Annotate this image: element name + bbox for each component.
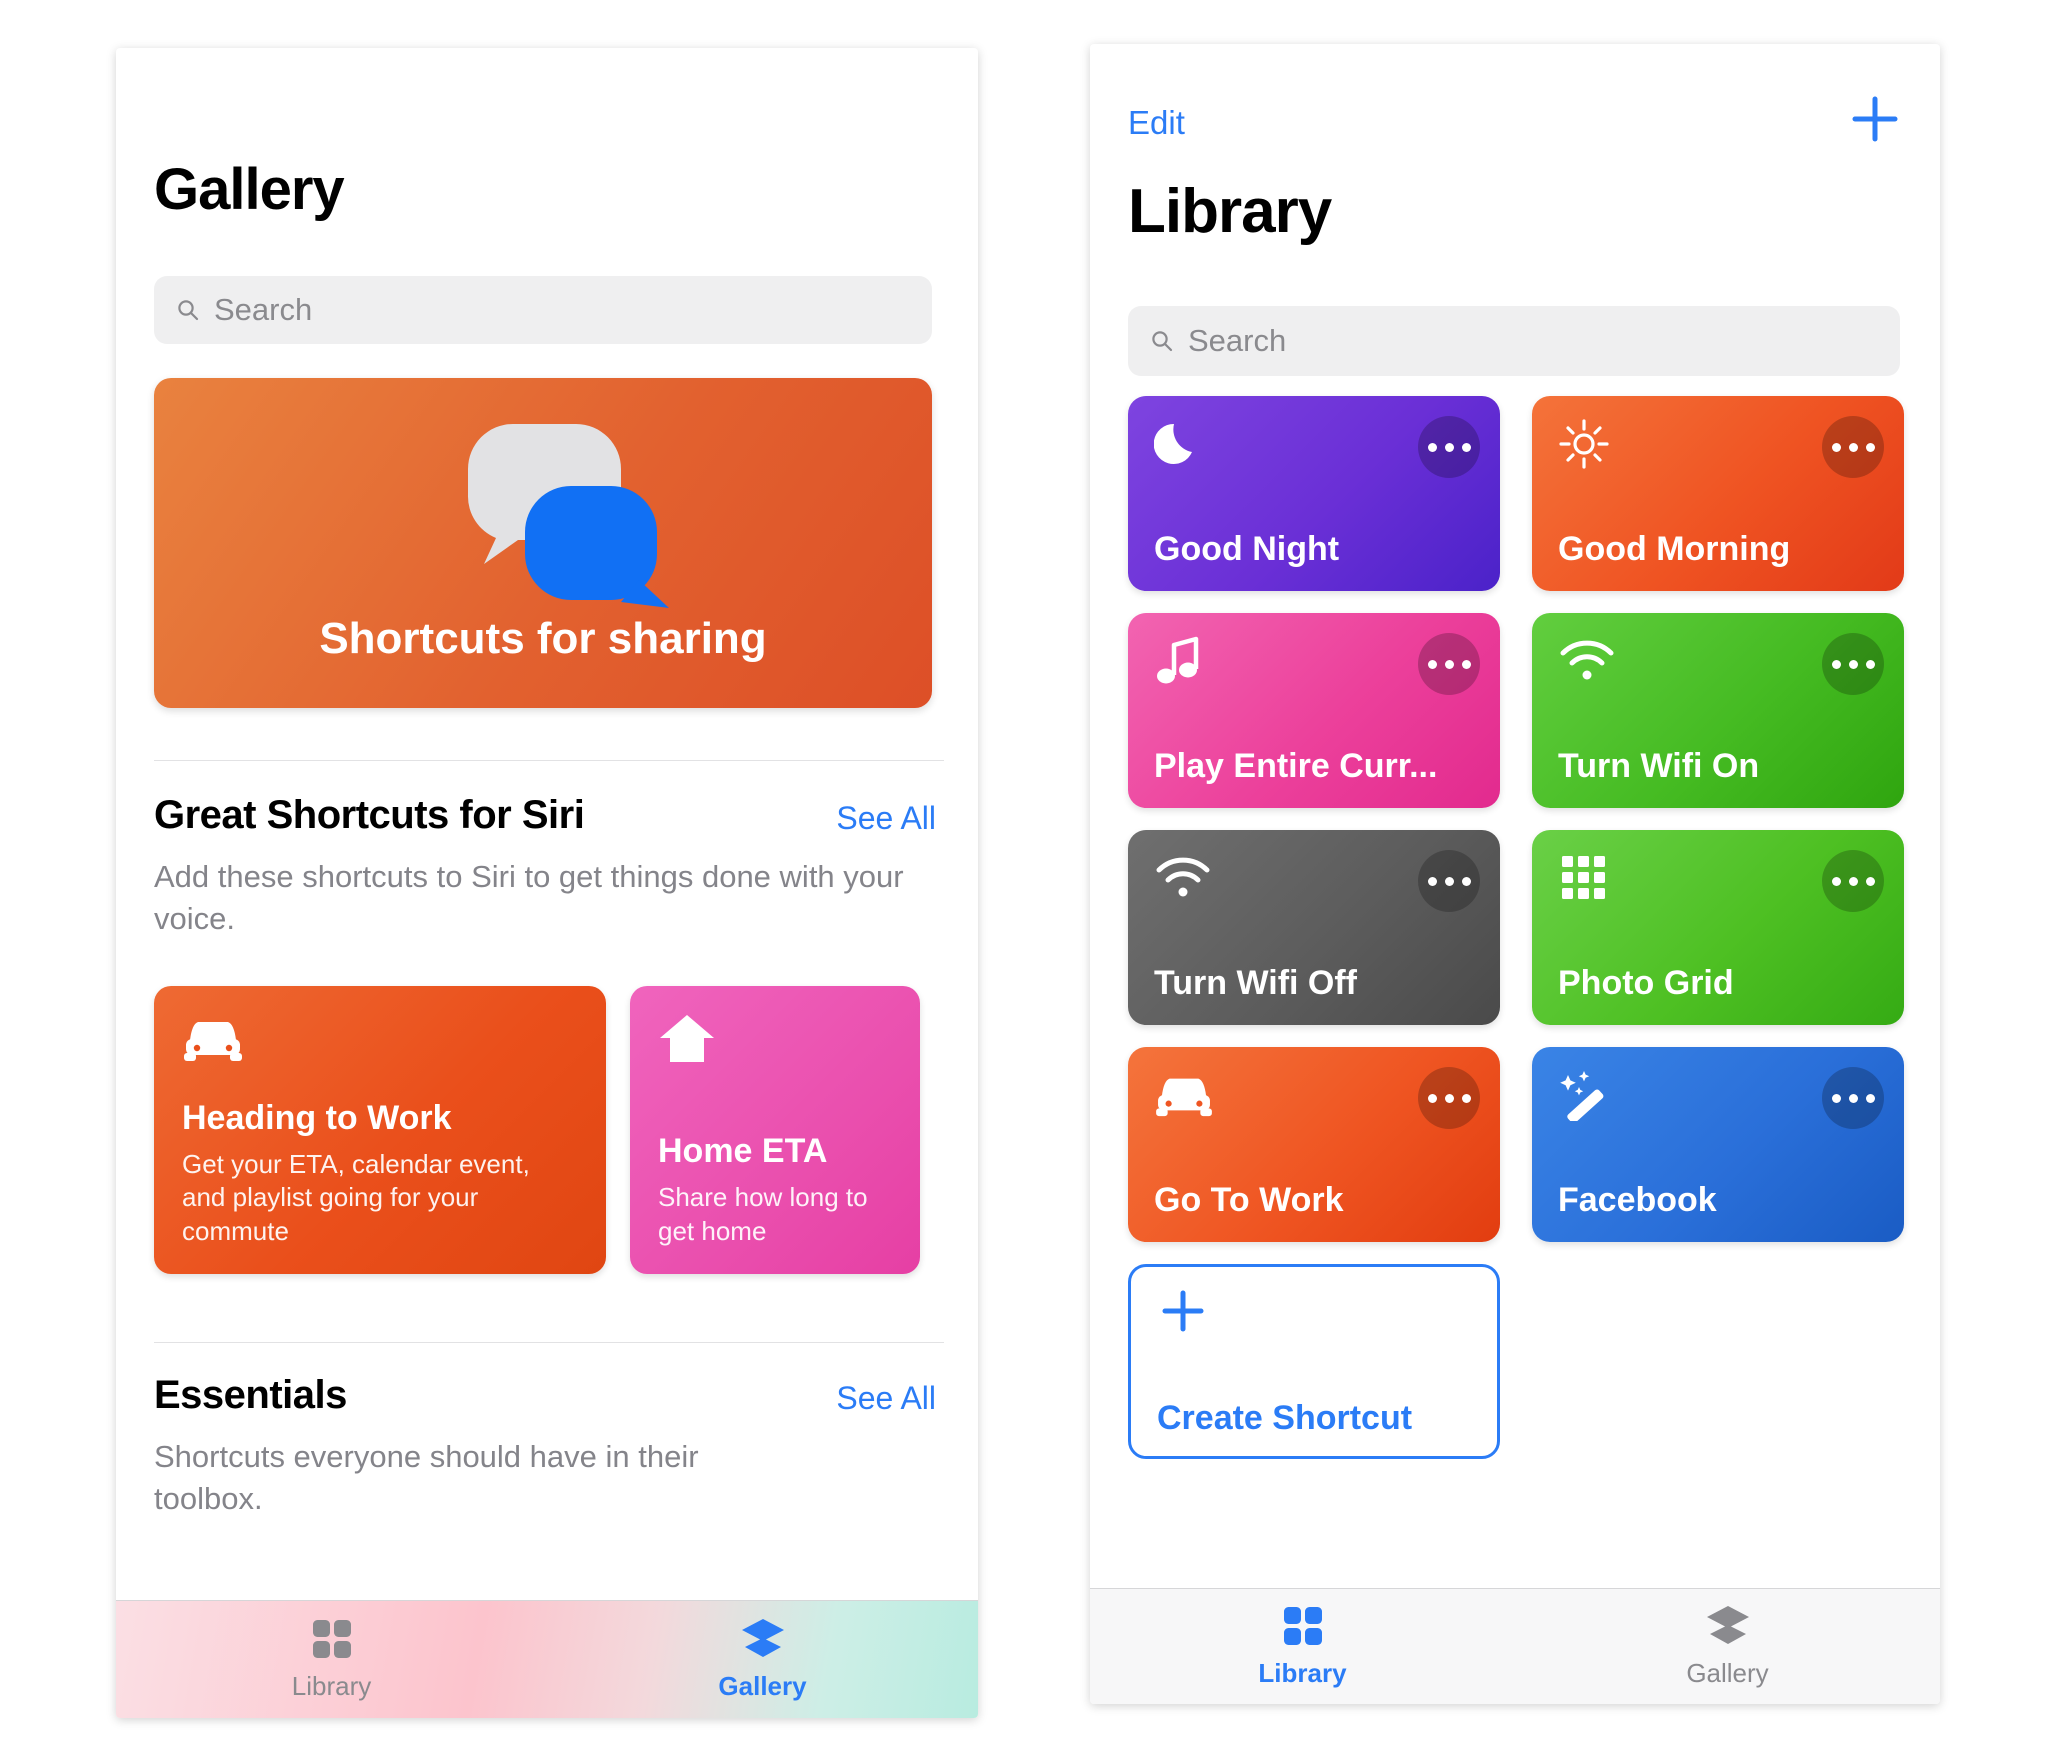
shortcut-grid: Good Night Good Morning Play Entire Curr… (1128, 396, 1904, 1459)
section-subtitle-essentials: Shortcuts everyone should have in their … (154, 1439, 699, 1516)
shortcut-card-description: Share how long to get home (658, 1182, 868, 1246)
car-icon (182, 1012, 578, 1086)
shortcut-tile-title: Good Night (1154, 530, 1340, 568)
shortcut-tile-title: Turn Wifi Off (1154, 964, 1358, 1002)
search-input[interactable]: Search (1128, 306, 1900, 376)
page-title: Library (1128, 177, 1332, 246)
shortcut-tile-title: Go To Work (1154, 1181, 1344, 1219)
shortcut-tile-go-to-work[interactable]: Go To Work (1128, 1047, 1500, 1242)
tab-gallery[interactable]: Gallery (1515, 1589, 1940, 1704)
tab-bar: Library Gallery (116, 1600, 978, 1718)
grid-squares-icon (312, 1620, 351, 1658)
plus-icon (1852, 96, 1898, 142)
shortcut-tile-good-night[interactable]: Good Night (1128, 396, 1500, 591)
shortcut-tile-facebook[interactable]: Facebook (1532, 1047, 1904, 1242)
shortcut-tile-title: Facebook (1558, 1181, 1717, 1219)
shortcut-options-button[interactable] (1418, 1067, 1480, 1129)
house-icon (658, 1012, 892, 1086)
shortcut-tile-title: Photo Grid (1558, 964, 1734, 1002)
create-shortcut-label: Create Shortcut (1157, 1399, 1413, 1437)
tab-library[interactable]: Library (116, 1601, 547, 1718)
see-all-link-essentials[interactable]: See All (836, 1380, 936, 1417)
section-divider (154, 760, 944, 761)
section-divider (154, 1342, 944, 1343)
shortcut-options-button[interactable] (1418, 416, 1480, 478)
page-title: Gallery (154, 157, 345, 222)
section-heading-siri: Great Shortcuts for Siri (154, 793, 585, 837)
add-shortcut-button[interactable] (1848, 92, 1902, 151)
section-heading-essentials: Essentials (154, 1373, 347, 1417)
shortcut-tile-title: Good Morning (1558, 530, 1791, 568)
shortcut-tile-play-entire-current[interactable]: Play Entire Curr... (1128, 613, 1500, 808)
shortcut-tile-title: Turn Wifi On (1558, 747, 1760, 785)
tab-label: Gallery (1686, 1658, 1769, 1688)
search-placeholder: Search (1188, 323, 1287, 358)
tab-label: Library (291, 1671, 372, 1701)
shortcut-card-description: Get your ETA, calendar event, and playli… (182, 1149, 530, 1246)
hero-card-shortcuts-for-sharing[interactable]: Shortcuts for sharing (154, 378, 932, 708)
edit-button[interactable]: Edit (1128, 104, 1185, 142)
shortcut-tile-good-morning[interactable]: Good Morning (1532, 396, 1904, 591)
shortcut-tile-turn-wifi-off[interactable]: Turn Wifi Off (1128, 830, 1500, 1025)
tab-label: Library (1258, 1658, 1347, 1688)
shortcut-tile-photo-grid[interactable]: Photo Grid (1532, 830, 1904, 1025)
screenshot-stage: ◉ ☎ ◉ ■ ⚹ Gallery Search (0, 0, 2048, 1764)
shortcut-options-button[interactable] (1418, 850, 1480, 912)
plus-icon (1157, 1285, 1471, 1342)
grid-squares-icon (1283, 1607, 1322, 1645)
shortcut-card-heading-to-work[interactable]: Heading to Work Get your ETA, calendar e… (154, 986, 606, 1274)
tab-label: Gallery (718, 1671, 807, 1701)
shortcut-options-button[interactable] (1822, 416, 1884, 478)
tab-library[interactable]: Library (1090, 1589, 1515, 1704)
search-input[interactable]: Search (154, 276, 932, 344)
shortcut-options-button[interactable] (1822, 1067, 1884, 1129)
library-screen: Edit Library Search Good Night Good Morn… (1090, 44, 1940, 1704)
search-icon (178, 300, 199, 321)
tab-bar: Library Gallery (1090, 1588, 1940, 1704)
shortcut-options-button[interactable] (1822, 633, 1884, 695)
section-subtitle-siri: Add these shortcuts to Siri to get thing… (154, 859, 904, 936)
shortcut-tile-turn-wifi-on[interactable]: Turn Wifi On (1532, 613, 1904, 808)
message-bubbles-icon (467, 424, 669, 608)
gallery-screen: Gallery Search Shortcuts for sharing Gre… (116, 48, 978, 1718)
hero-card-label: Shortcuts for sharing (319, 614, 767, 663)
shortcut-card-title: Heading to Work (182, 1099, 452, 1138)
create-shortcut-button[interactable]: Create Shortcut (1128, 1264, 1500, 1459)
tab-gallery[interactable]: Gallery (547, 1601, 978, 1718)
shortcut-options-button[interactable] (1418, 633, 1480, 695)
shortcut-card-title: Home ETA (658, 1132, 828, 1171)
see-all-link-siri[interactable]: See All (836, 800, 936, 837)
shortcut-tile-title: Play Entire Curr... (1154, 747, 1438, 785)
search-icon (1152, 331, 1173, 352)
layers-icon (1706, 1606, 1749, 1644)
shortcut-card-home-eta[interactable]: Home ETA Share how long to get home (630, 986, 920, 1274)
shortcut-options-button[interactable] (1822, 850, 1884, 912)
search-placeholder: Search (214, 292, 313, 327)
layers-icon (741, 1619, 784, 1657)
shortcut-card-row: Heading to Work Get your ETA, calendar e… (154, 986, 920, 1274)
